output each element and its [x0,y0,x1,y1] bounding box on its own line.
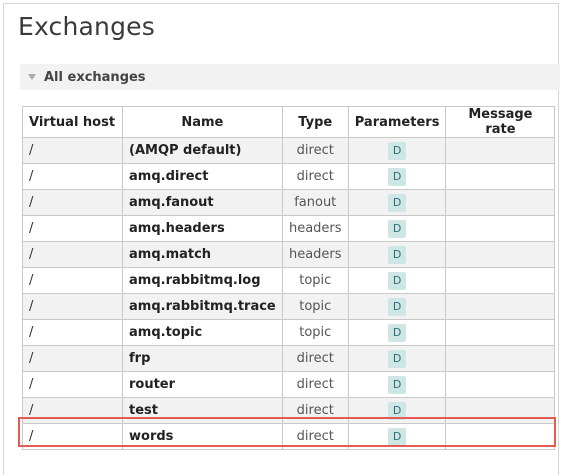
vhost-cell: / [22,267,123,294]
exchange-name-link[interactable]: (AMQP default) [122,137,283,164]
header-type[interactable]: Type [281,106,349,138]
message-rate-cell [445,215,556,242]
header-message-rate[interactable]: Message rate [445,106,556,138]
all-exchanges-toggle[interactable]: All exchanges [20,64,560,90]
table-row[interactable]: / amq.headers headers D [22,215,556,242]
type-cell: direct [281,137,349,164]
message-rate-cell [445,397,556,424]
vhost-cell: / [22,241,123,268]
message-rate-cell [445,137,556,164]
message-rate-cell [445,423,556,450]
type-cell: fanout [281,189,349,216]
message-rate-cell [445,345,556,372]
vhost-cell: / [22,397,123,424]
parameters-cell: D [347,137,447,164]
durable-badge: D [388,297,407,316]
parameters-cell: D [347,371,447,398]
exchange-name-link[interactable]: amq.rabbitmq.trace [122,293,283,320]
page-title: Exchanges [18,12,155,41]
durable-badge: D [388,167,407,186]
parameters-cell: D [347,423,447,450]
message-rate-cell [445,319,556,346]
table-row[interactable]: / amq.rabbitmq.log topic D [22,267,556,294]
durable-badge: D [388,323,407,342]
message-rate-cell [445,293,556,320]
type-cell: direct [281,371,349,398]
exchange-name-link[interactable]: amq.rabbitmq.log [122,267,283,294]
parameters-cell: D [347,267,447,294]
durable-badge: D [388,245,407,264]
exchange-name-link[interactable]: words [122,423,283,450]
type-cell: direct [281,163,349,190]
exchange-name-link[interactable]: amq.fanout [122,189,283,216]
parameters-cell: D [347,345,447,372]
table-row[interactable]: / (AMQP default) direct D [22,137,556,164]
vhost-cell: / [22,423,123,450]
table-row[interactable]: / test direct D [22,397,556,424]
vhost-cell: / [22,163,123,190]
vhost-cell: / [22,319,123,346]
exchange-name-link[interactable]: amq.direct [122,163,283,190]
exchange-name-link[interactable]: amq.headers [122,215,283,242]
vhost-cell: / [22,189,123,216]
message-rate-cell [445,189,556,216]
message-rate-cell [445,371,556,398]
header-parameters[interactable]: Parameters [347,106,447,138]
header-name[interactable]: Name [122,106,283,138]
exchange-name-link[interactable]: router [122,371,283,398]
parameters-cell: D [347,397,447,424]
table-row[interactable]: / router direct D [22,371,556,398]
exchanges-table: Virtual host Name Type Parameters Messag… [22,106,556,450]
durable-badge: D [388,401,407,420]
vhost-cell: / [22,371,123,398]
exchange-name-link[interactable]: frp [122,345,283,372]
parameters-cell: D [347,215,447,242]
type-cell: topic [281,319,349,346]
table-row[interactable]: / amq.match headers D [22,241,556,268]
durable-badge: D [388,349,407,368]
durable-badge: D [388,271,407,290]
parameters-cell: D [347,163,447,190]
type-cell: direct [281,345,349,372]
table-row[interactable]: / amq.topic topic D [22,319,556,346]
vhost-cell: / [22,345,123,372]
table-row[interactable]: / frp direct D [22,345,556,372]
parameters-cell: D [347,241,447,268]
message-rate-cell [445,267,556,294]
header-virtual-host[interactable]: Virtual host [22,106,123,138]
vhost-cell: / [22,215,123,242]
exchanges-panel: Exchanges All exchanges Virtual host Nam… [3,3,560,475]
parameters-cell: D [347,293,447,320]
message-rate-cell [445,163,556,190]
durable-badge: D [388,141,407,160]
table-row[interactable]: / amq.direct direct D [22,163,556,190]
parameters-cell: D [347,189,447,216]
type-cell: topic [281,267,349,294]
table-row[interactable]: / words direct D [22,423,556,450]
durable-badge: D [388,219,407,238]
parameters-cell: D [347,319,447,346]
message-rate-cell [445,241,556,268]
chevron-down-icon [28,74,36,80]
vhost-cell: / [22,293,123,320]
durable-badge: D [388,375,407,394]
table-row[interactable]: / amq.fanout fanout D [22,189,556,216]
type-cell: direct [281,397,349,424]
exchange-name-link[interactable]: amq.match [122,241,283,268]
durable-badge: D [388,193,407,212]
table-header-row: Virtual host Name Type Parameters Messag… [22,106,556,138]
type-cell: headers [281,241,349,268]
type-cell: direct [281,423,349,450]
section-label: All exchanges [44,69,146,85]
exchange-name-link[interactable]: test [122,397,283,424]
type-cell: headers [281,215,349,242]
table-row[interactable]: / amq.rabbitmq.trace topic D [22,293,556,320]
durable-badge: D [388,427,407,446]
type-cell: topic [281,293,349,320]
vhost-cell: / [22,137,123,164]
exchange-name-link[interactable]: amq.topic [122,319,283,346]
